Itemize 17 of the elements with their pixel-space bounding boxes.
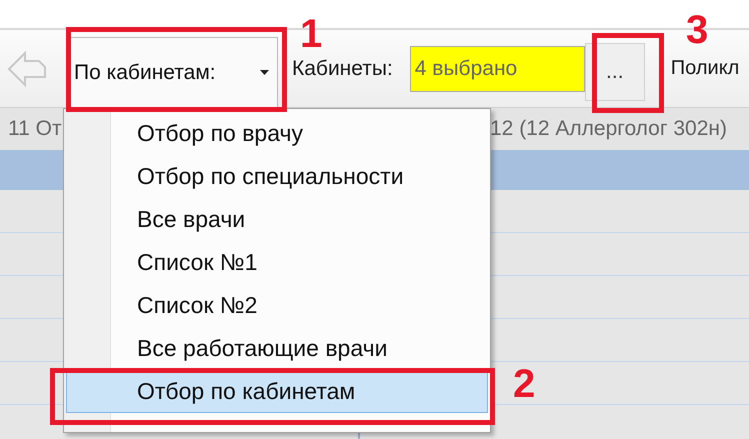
filter-dropdown[interactable]: По кабинетам: — [70, 37, 278, 107]
menu-item[interactable]: Список №2 — [66, 284, 488, 327]
step-number: 1 — [300, 14, 322, 54]
menu-item[interactable]: Отбор по специальности — [66, 155, 488, 198]
step-number: 2 — [513, 364, 536, 404]
menu-item[interactable]: Отбор по врачу — [66, 112, 488, 155]
column-header: 11 От — [8, 117, 62, 140]
step-number: 3 — [686, 10, 708, 50]
column-header: 12 (12 Аллерголог 302н) — [490, 117, 727, 140]
browse-button[interactable]: ... — [584, 42, 645, 100]
toolbar-label: Поликл — [670, 57, 740, 80]
menu-item[interactable]: Все работающие врачи — [66, 327, 488, 370]
menu-item[interactable]: Список №1 — [66, 241, 488, 284]
cabinets-field[interactable]: 4 выбрано — [410, 46, 585, 92]
cabinets-label: Кабинеты: — [292, 56, 393, 80]
menu-item[interactable]: Отбор по кабинетам — [66, 370, 488, 413]
menu-item[interactable]: Все врачи — [66, 198, 488, 241]
